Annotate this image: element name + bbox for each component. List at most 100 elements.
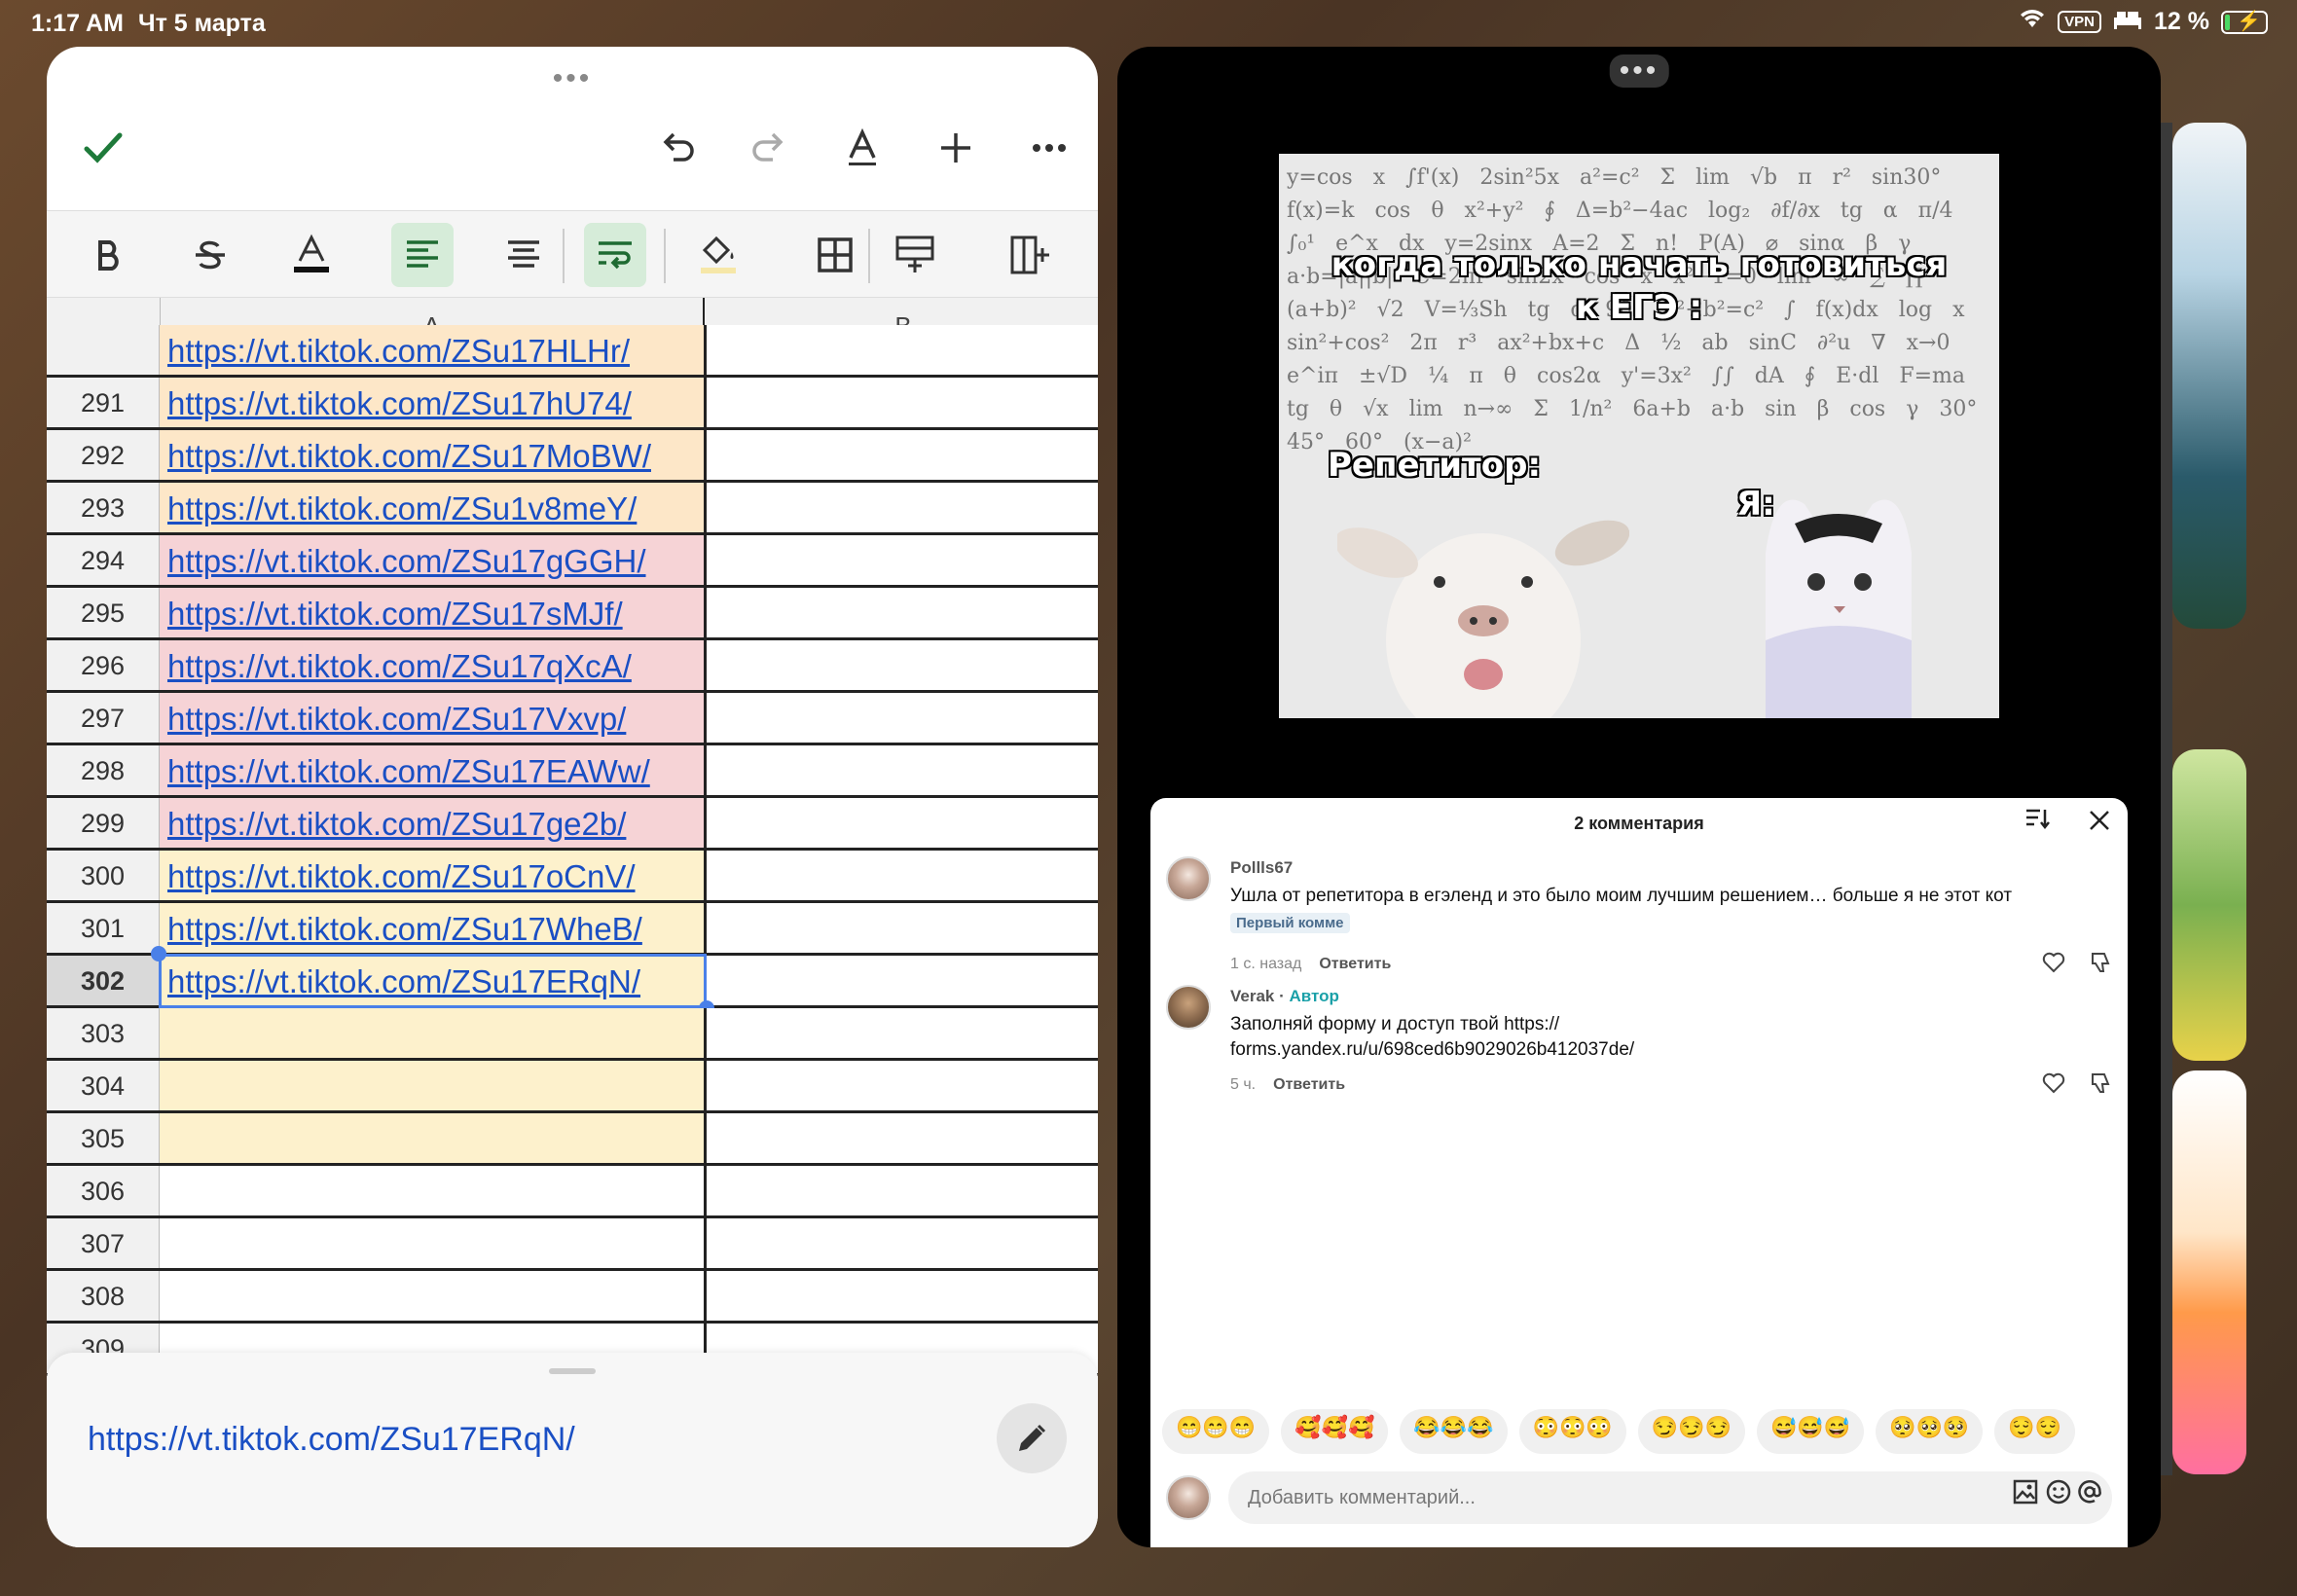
avatar[interactable] — [1166, 985, 1211, 1030]
emoji-button[interactable]: 😂😂😂 — [1400, 1409, 1508, 1454]
cell-a[interactable]: https://vt.tiktok.com/ZSu1v8meY/ — [160, 483, 707, 532]
username[interactable]: Verak — [1230, 987, 1274, 1005]
cell-b[interactable] — [707, 745, 1098, 795]
row-number[interactable]: 295 — [47, 588, 160, 637]
cell-b[interactable] — [707, 588, 1098, 637]
fill-color-icon[interactable] — [687, 223, 749, 287]
emoji-button[interactable]: 😳😳😳 — [1518, 1409, 1626, 1454]
row-number[interactable]: 304 — [47, 1061, 160, 1110]
table-row[interactable]: 304 — [47, 1061, 1098, 1113]
cell-a[interactable]: https://vt.tiktok.com/ZSu17hU74/ — [160, 378, 707, 427]
align-center-icon[interactable] — [492, 223, 555, 287]
more-icon[interactable] — [1020, 119, 1078, 177]
cell-b[interactable] — [707, 430, 1098, 480]
table-row[interactable]: https://vt.tiktok.com/ZSu17HLHr/ — [47, 325, 1098, 378]
table-row[interactable]: 303 — [47, 1008, 1098, 1061]
table-row[interactable]: 300 https://vt.tiktok.com/ZSu17oCnV/ — [47, 851, 1098, 903]
row-number[interactable]: 297 — [47, 693, 160, 743]
cell-b[interactable] — [707, 851, 1098, 900]
selection-handle-start[interactable] — [151, 946, 166, 961]
row-number[interactable]: 292 — [47, 430, 160, 480]
cell-a[interactable]: https://vt.tiktok.com/ZSu17HLHr/ — [160, 325, 707, 375]
table-row[interactable]: 296 https://vt.tiktok.com/ZSu17qXcA/ — [47, 640, 1098, 693]
comment-username[interactable]: Pollls67 — [1230, 858, 1293, 878]
image-icon[interactable] — [2013, 1479, 2038, 1511]
row-number[interactable]: 298 — [47, 745, 160, 795]
sort-icon[interactable] — [2024, 808, 2050, 835]
cell-b[interactable] — [707, 1061, 1098, 1110]
emoji-button[interactable]: 🥰🥰🥰 — [1281, 1409, 1389, 1454]
cell-a[interactable] — [160, 1218, 707, 1268]
cell-a[interactable]: https://vt.tiktok.com/ZSu17ge2b/ — [160, 798, 707, 848]
table-row[interactable]: 291 https://vt.tiktok.com/ZSu17hU74/ — [47, 378, 1098, 430]
cell-b[interactable] — [707, 1008, 1098, 1058]
sheet-grid[interactable]: A B https://vt.tiktok.com/ZSu17HLHr/291h… — [47, 298, 1098, 1401]
row-number[interactable]: 307 — [47, 1218, 160, 1268]
table-row[interactable]: 297 https://vt.tiktok.com/ZSu17Vxvp/ — [47, 693, 1098, 745]
window-grabber[interactable]: ••• — [1609, 54, 1669, 88]
table-row[interactable]: 301 https://vt.tiktok.com/ZSu17WheB/ — [47, 903, 1098, 956]
heart-icon[interactable] — [2042, 952, 2065, 980]
cell-b[interactable] — [707, 1166, 1098, 1215]
strikethrough-icon[interactable] — [179, 223, 241, 287]
reply-button[interactable]: Ответить — [1319, 956, 1391, 972]
background-app-card[interactable] — [2172, 749, 2246, 1061]
done-check-icon[interactable] — [74, 119, 132, 177]
redo-icon[interactable] — [740, 119, 798, 177]
mention-icon[interactable] — [2077, 1479, 2102, 1511]
cell-b[interactable] — [707, 640, 1098, 690]
table-row[interactable]: 307 — [47, 1218, 1098, 1271]
table-row[interactable]: 308 — [47, 1271, 1098, 1324]
emoji-button[interactable]: 😌😌 — [1994, 1409, 2076, 1454]
dislike-icon[interactable] — [2089, 1072, 2112, 1101]
close-icon[interactable] — [2089, 806, 2110, 839]
table-row[interactable]: 295 https://vt.tiktok.com/ZSu17sMJf/ — [47, 588, 1098, 640]
emoji-button[interactable]: 😁😁😁 — [1162, 1409, 1270, 1454]
reply-button[interactable]: Ответить — [1273, 1076, 1345, 1093]
cell-a[interactable] — [160, 1008, 707, 1058]
insert-column-icon[interactable] — [999, 223, 1061, 287]
cell-a[interactable] — [160, 1113, 707, 1163]
background-app-card[interactable] — [2172, 123, 2246, 629]
cell-b[interactable] — [707, 956, 1098, 1005]
row-number[interactable]: 301 — [47, 903, 160, 953]
emoji-button[interactable]: 😅😅😅 — [1756, 1409, 1865, 1454]
cell-a[interactable]: https://vt.tiktok.com/ZSu17oCnV/ — [160, 851, 707, 900]
window-grabber[interactable]: ••• — [553, 62, 593, 95]
cell-a[interactable]: https://vt.tiktok.com/ZSu17EAWw/ — [160, 745, 707, 795]
cell-value-link[interactable]: https://vt.tiktok.com/ZSu17ERqN/ — [88, 1421, 575, 1459]
row-number[interactable]: 296 — [47, 640, 160, 690]
undo-icon[interactable] — [648, 119, 707, 177]
borders-icon[interactable] — [804, 223, 866, 287]
row-number[interactable]: 302 — [47, 956, 160, 1005]
cell-a[interactable] — [160, 1271, 707, 1321]
emoji-button[interactable]: 😏😏😏 — [1637, 1409, 1745, 1454]
cell-b[interactable] — [707, 1113, 1098, 1163]
row-number[interactable] — [47, 325, 160, 375]
cell-b[interactable] — [707, 1218, 1098, 1268]
comment-text[interactable]: Заполняй форму и доступ твой https:// fo… — [1230, 1012, 2087, 1063]
insert-plus-icon[interactable] — [927, 119, 985, 177]
table-row[interactable]: 299 https://vt.tiktok.com/ZSu17ge2b/ — [47, 798, 1098, 851]
table-row[interactable]: 293 https://vt.tiktok.com/ZSu1v8meY/ — [47, 483, 1098, 535]
cell-b[interactable] — [707, 483, 1098, 532]
cell-a[interactable] — [160, 1061, 707, 1110]
row-number[interactable]: 294 — [47, 535, 160, 585]
avatar[interactable] — [1166, 856, 1211, 901]
dislike-icon[interactable] — [2089, 952, 2112, 980]
table-row[interactable]: 302 https://vt.tiktok.com/ZSu17ERqN/ — [47, 956, 1098, 1008]
background-app-card[interactable] — [2172, 1070, 2246, 1474]
heart-icon[interactable] — [2042, 1072, 2065, 1101]
row-number[interactable]: 303 — [47, 1008, 160, 1058]
comment-input[interactable]: Добавить комментарий... — [1228, 1471, 2112, 1524]
row-number[interactable]: 293 — [47, 483, 160, 532]
emoji-button[interactable]: 🥺🥺🥺 — [1876, 1409, 1984, 1454]
cell-a[interactable]: https://vt.tiktok.com/ZSu17qXcA/ — [160, 640, 707, 690]
table-row[interactable]: 298 https://vt.tiktok.com/ZSu17EAWw/ — [47, 745, 1098, 798]
cell-a[interactable]: https://vt.tiktok.com/ZSu17MoBW/ — [160, 430, 707, 480]
insert-row-icon[interactable] — [884, 223, 946, 287]
table-row[interactable]: 294 https://vt.tiktok.com/ZSu17gGGH/ — [47, 535, 1098, 588]
align-left-icon[interactable] — [391, 223, 454, 287]
edit-pencil-icon[interactable] — [997, 1403, 1067, 1473]
table-row[interactable]: 305 — [47, 1113, 1098, 1166]
